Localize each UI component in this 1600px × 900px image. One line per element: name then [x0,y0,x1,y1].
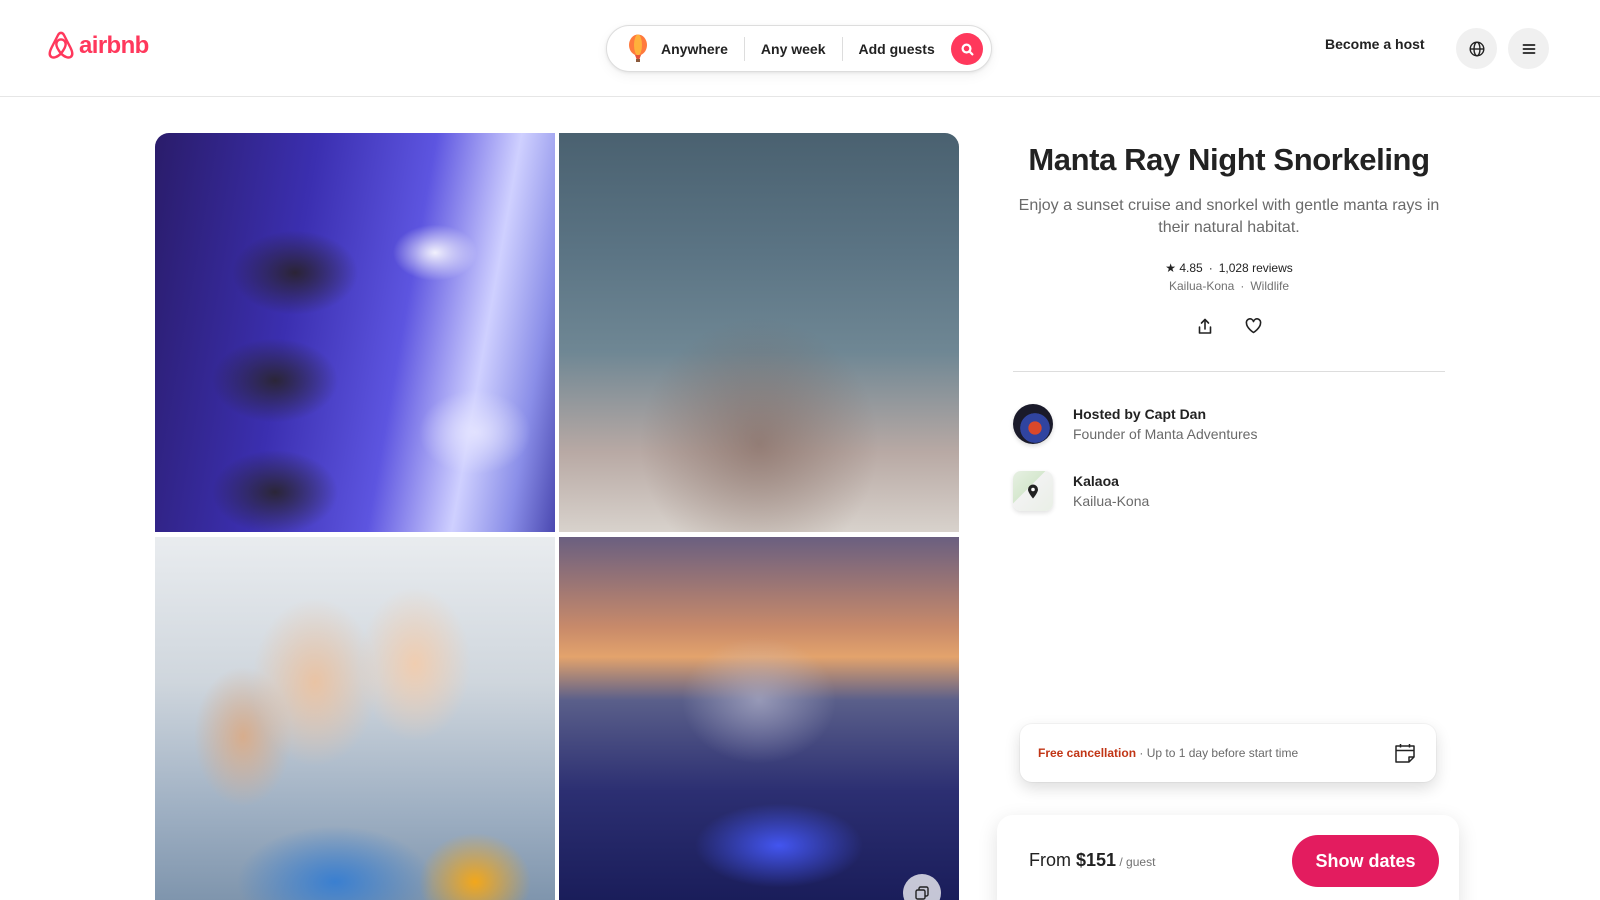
save-button[interactable] [1244,317,1262,335]
listing-title: Manta Ray Night Snorkeling [1028,142,1430,177]
search-button[interactable] [951,33,983,65]
meta-separator: · [1240,279,1245,293]
listing-location: Kailua-Kona [1168,279,1235,293]
become-host-link[interactable]: Become a host [1325,36,1425,52]
search-location[interactable]: Anywhere [661,37,744,61]
menu-icon [1522,43,1535,54]
top-header: airbnb Anywhere Any week Add guests Beco… [0,0,1600,97]
logo-wordmark: airbnb [79,32,149,59]
listing-category: Wildlife [1250,279,1290,293]
gallery-icon[interactable] [903,874,941,900]
host-subtitle: Founder of Manta Adventures [1073,426,1258,442]
photo-manta-rays-underwater[interactable] [155,133,555,532]
section-divider [1013,371,1445,372]
cancellation-detail: · Up to 1 day before start time [1136,746,1299,760]
rating-value: 4.85 [1179,261,1203,275]
search-bar[interactable]: Anywhere Any week Add guests [606,25,992,72]
reviews-link[interactable]: 1,028 reviews [1219,261,1293,275]
location-row[interactable]: Kalaoa Kailua-Kona [1013,471,1445,511]
host-row[interactable]: Hosted by Capt Dan Founder of Manta Adve… [1013,404,1445,444]
map-pin-icon [1028,484,1038,498]
price-prefix: From [1029,850,1076,870]
listing-summary: Manta Ray Night Snorkeling Enjoy a sunse… [1013,130,1445,511]
photo-gallery [155,133,961,900]
calendar-icon [1392,740,1418,766]
place-title: Kalaoa [1073,473,1119,489]
photo-women-with-leis[interactable] [155,537,555,900]
photo-group-on-boat[interactable] [559,133,959,532]
show-dates-button[interactable]: Show dates [1292,835,1439,887]
listing-meta: ★ 4.85 · 1,028 reviews Kailua-Kona · Wildlif… [1013,259,1445,295]
map-thumbnail[interactable] [1013,471,1053,511]
place-subtitle: Kailua-Kona [1073,493,1150,509]
balloon-icon [625,34,651,64]
listing-description: Enjoy a sunset cruise and snorkel with g… [1018,197,1440,236]
heart-icon [1245,318,1261,334]
host-title: Hosted by Capt Dan [1073,406,1207,422]
cancellation-card[interactable]: Free cancellation · Up to 1 day before s… [1020,724,1436,782]
airbnb-logo-icon [48,31,74,59]
cancellation-text: Free cancellation · Up to 1 day before s… [1038,746,1392,760]
globe-icon [1468,40,1485,57]
search-guests[interactable]: Add guests [843,37,951,61]
share-button[interactable] [1196,317,1214,335]
host-avatar[interactable] [1013,404,1053,444]
free-cancellation-label: Free cancellation [1038,746,1137,760]
photo-boat-at-night[interactable] [559,537,959,900]
language-button[interactable] [1456,28,1497,69]
search-dates[interactable]: Any week [745,37,842,61]
airbnb-logo[interactable]: airbnb [46,30,149,62]
search-icon [960,42,974,56]
listing-actions [1013,317,1445,335]
share-icon [1198,318,1212,334]
booking-bar: From $151 / guest Show dates [997,815,1459,900]
price-text: From $151 / guest [1029,850,1155,871]
price-unit: / guest [1116,855,1156,869]
price-amount: $151 [1076,850,1117,870]
main-menu-button[interactable] [1508,28,1549,69]
meta-separator: · [1208,261,1213,275]
star-icon: ★ [1165,261,1176,275]
